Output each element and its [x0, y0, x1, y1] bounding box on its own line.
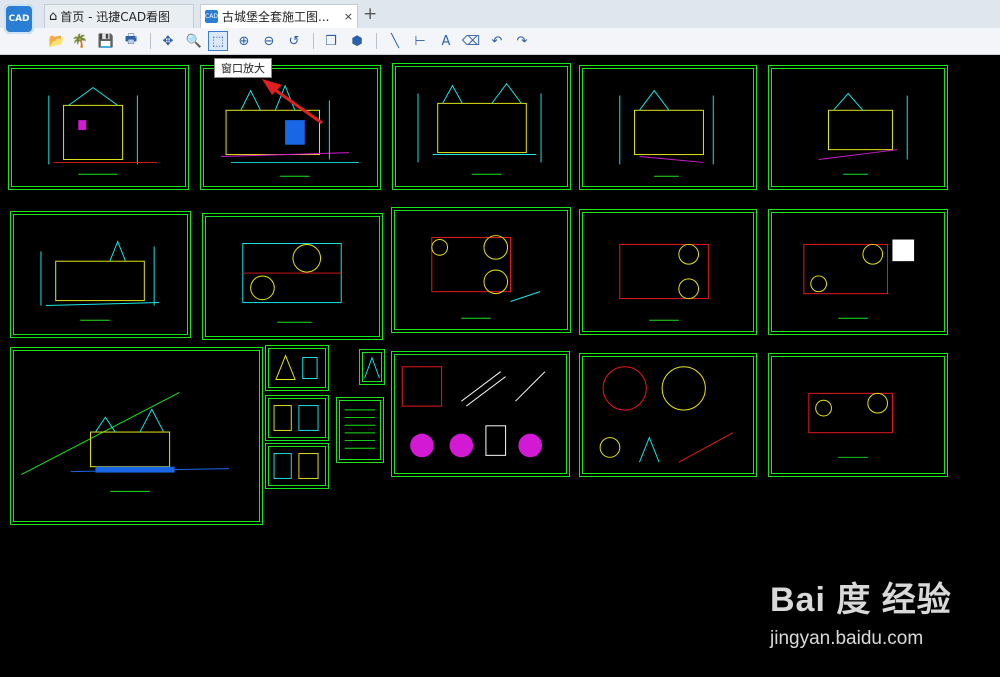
zoom-previous-icon[interactable]: ↺ [284, 31, 304, 51]
tab-drawing-label: 古城堡全套施工图... [222, 10, 330, 24]
drawing-sheet[interactable] [10, 211, 191, 338]
toolbar-divider [313, 33, 314, 49]
home-icon: ⌂ [49, 9, 58, 24]
drawing-sheet[interactable] [8, 65, 189, 190]
tab-drawing[interactable]: CAD 古城堡全套施工图... × [200, 4, 358, 28]
drawing-sheet[interactable] [579, 209, 757, 335]
tooltip: 窗口放大 [214, 58, 272, 78]
drawing-sheet[interactable] [392, 63, 571, 190]
baidu-watermark: Bai 度 经验 jingyan.baidu.com [770, 572, 990, 662]
3d-view-icon[interactable]: ⬢ [347, 31, 367, 51]
toolbar-divider [150, 33, 151, 49]
drawing-sheet[interactable] [265, 395, 329, 441]
toolbar-divider [376, 33, 377, 49]
zoom-out-icon[interactable]: ⊖ [259, 31, 279, 51]
close-icon[interactable]: × [344, 10, 353, 23]
drawing-sheet[interactable] [336, 397, 384, 463]
drawing-sheet[interactable] [10, 347, 263, 525]
undo-icon[interactable]: ↶ [487, 31, 507, 51]
drawing-sheet[interactable] [768, 353, 948, 477]
drawing-sheet[interactable] [768, 209, 948, 335]
tab-home-label: 首页 - 迅捷CAD看图 [60, 10, 171, 24]
drawing-sheet[interactable] [202, 213, 383, 340]
pan-icon[interactable]: ✥ [158, 31, 178, 51]
drawing-sheet[interactable] [579, 65, 757, 190]
drawing-sheet[interactable] [265, 443, 329, 489]
watermark-logo: Bai 度 经验 [770, 581, 952, 619]
new-tab-button[interactable]: + [363, 4, 377, 24]
tab-home[interactable]: ⌂ 首页 - 迅捷CAD看图 [44, 4, 194, 28]
print-icon[interactable]: 🖶 [121, 31, 141, 51]
watermark-url: jingyan.baidu.com [770, 628, 924, 649]
drawing-sheet[interactable] [768, 65, 948, 190]
zoom-in-icon[interactable]: ⊕ [234, 31, 254, 51]
layers-icon[interactable]: ❒ [321, 31, 341, 51]
dimension-icon[interactable]: ⊢ [410, 31, 430, 51]
drawing-sheet[interactable] [359, 349, 385, 385]
app-logo-icon[interactable]: CAD [4, 4, 34, 34]
save-icon[interactable]: 💾 [96, 31, 116, 51]
drawing-sheet[interactable] [391, 207, 571, 333]
zoom-window-icon[interactable]: ⬚ [208, 31, 228, 51]
title-bar: CAD ⌂ 首页 - 迅捷CAD看图 CAD 古城堡全套施工图... × + [0, 0, 1000, 34]
drawing-sheet[interactable] [200, 65, 381, 190]
toolbar: 📂 🌴 💾 🖶 ✥ 🔍 ⬚ ⊕ ⊖ ↺ ❒ ⬢ ╲ ⊢ A ⌫ ↶ ↷ [0, 28, 1000, 55]
redo-icon[interactable]: ↷ [512, 31, 532, 51]
line-icon[interactable]: ╲ [385, 31, 405, 51]
open-icon[interactable]: 📂 [47, 31, 67, 51]
text-icon[interactable]: A [436, 31, 456, 51]
drawing-canvas[interactable]: Bai 度 经验 jingyan.baidu.com [0, 55, 1000, 677]
drawing-sheet[interactable] [391, 351, 570, 477]
cad-file-icon: CAD [205, 10, 218, 23]
palm-icon[interactable]: 🌴 [70, 31, 90, 51]
drawing-sheet[interactable] [265, 345, 329, 391]
zoom-realtime-icon[interactable]: 🔍 [184, 31, 204, 51]
eraser-icon[interactable]: ⌫ [461, 31, 481, 51]
drawing-sheet[interactable] [579, 353, 757, 477]
